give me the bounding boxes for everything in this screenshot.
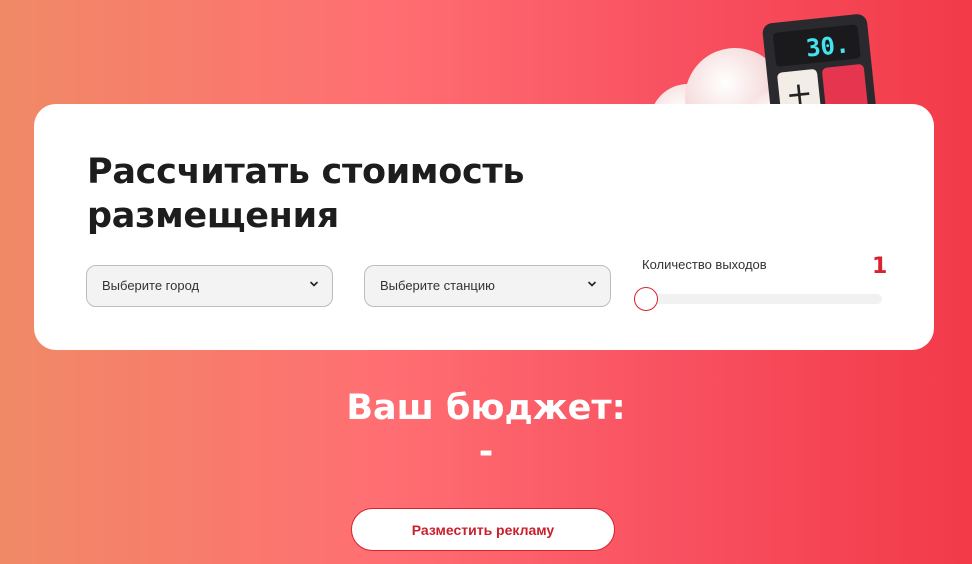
calculator-title: Рассчитать стоимость размещения bbox=[87, 150, 525, 238]
station-select-value: Выберите станцию bbox=[380, 278, 495, 293]
budget-value: - bbox=[478, 432, 494, 472]
place-ad-button[interactable]: Разместить рекламу bbox=[351, 508, 615, 551]
budget-label: Ваш бюджет: bbox=[346, 388, 626, 428]
station-select[interactable]: Выберите станцию bbox=[364, 265, 611, 307]
exits-slider[interactable] bbox=[634, 287, 882, 311]
calculator-title-line1: Рассчитать стоимость bbox=[87, 152, 525, 192]
exits-value: 1 bbox=[872, 254, 888, 279]
calculator-display: 30. bbox=[805, 30, 851, 62]
exits-slider-thumb[interactable] bbox=[634, 287, 658, 311]
chevron-down-icon bbox=[588, 281, 596, 287]
city-select[interactable]: Выберите город bbox=[86, 265, 333, 307]
calculator-title-line2: размещения bbox=[87, 196, 339, 236]
chevron-down-icon bbox=[310, 281, 318, 287]
city-select-value: Выберите город bbox=[102, 278, 200, 293]
exits-label: Количество выходов bbox=[642, 257, 767, 272]
calculator-card: Рассчитать стоимость размещения Выберите… bbox=[34, 104, 934, 350]
